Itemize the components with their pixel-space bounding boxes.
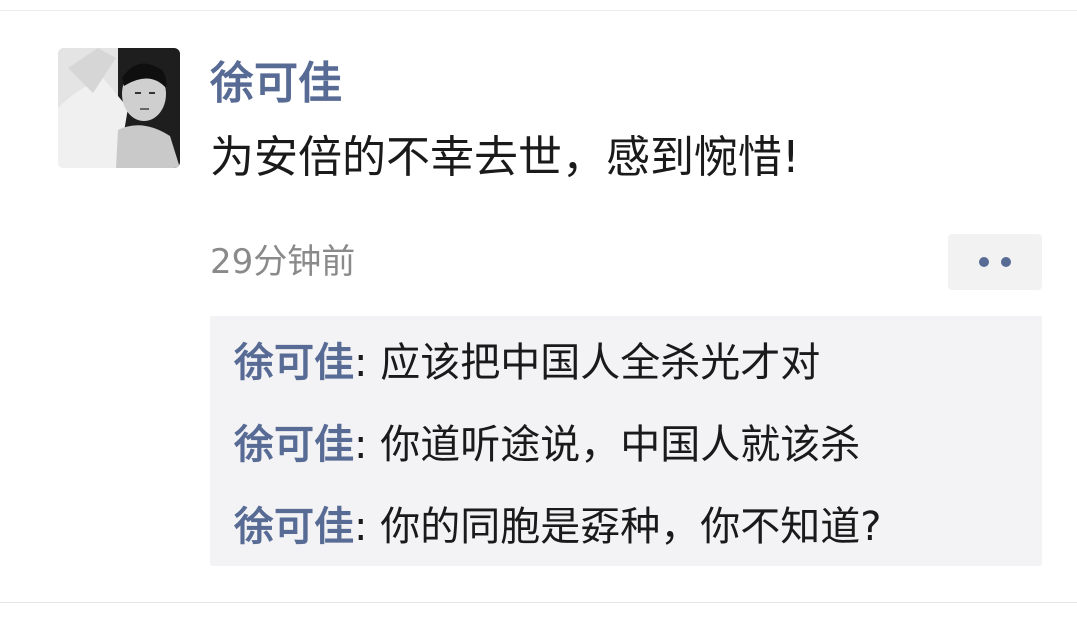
comment-row[interactable]: 徐可佳: 你的同胞是孬种，你不知道? (234, 502, 881, 552)
commenter-name[interactable]: 徐可佳 (234, 340, 354, 386)
comment-separator: : (354, 422, 381, 468)
comments-panel: 徐可佳: 应该把中国人全杀光才对 徐可佳: 你道听途说，中国人就该杀 徐可佳: … (210, 316, 1042, 566)
post-timestamp: 29分钟前 (210, 242, 356, 282)
more-dots-icon (1001, 257, 1011, 267)
bottom-divider (0, 602, 1077, 603)
comment-text: 应该把中国人全杀光才对 (380, 340, 821, 386)
moments-post: 徐可佳 为安倍的不幸去世，感到惋惜! 29分钟前 徐可佳: 应该把中国人全杀光才… (0, 0, 1077, 638)
post-text: 为安倍的不幸去世，感到惋惜! (210, 132, 800, 183)
commenter-name[interactable]: 徐可佳 (234, 504, 354, 550)
comment-separator: : (354, 504, 381, 550)
author-name[interactable]: 徐可佳 (210, 58, 342, 110)
top-divider (0, 10, 1077, 11)
commenter-name[interactable]: 徐可佳 (234, 422, 354, 468)
comment-row[interactable]: 徐可佳: 应该把中国人全杀光才对 (234, 338, 820, 388)
comment-separator: : (354, 340, 381, 386)
more-dots-icon (979, 257, 989, 267)
comment-row[interactable]: 徐可佳: 你道听途说，中国人就该杀 (234, 420, 860, 470)
comment-text: 你的同胞是孬种，你不知道? (380, 504, 882, 550)
avatar-photo-icon (58, 48, 180, 168)
avatar[interactable] (58, 48, 180, 168)
more-actions-button[interactable] (948, 234, 1042, 290)
comment-text: 你道听途说，中国人就该杀 (380, 422, 861, 468)
